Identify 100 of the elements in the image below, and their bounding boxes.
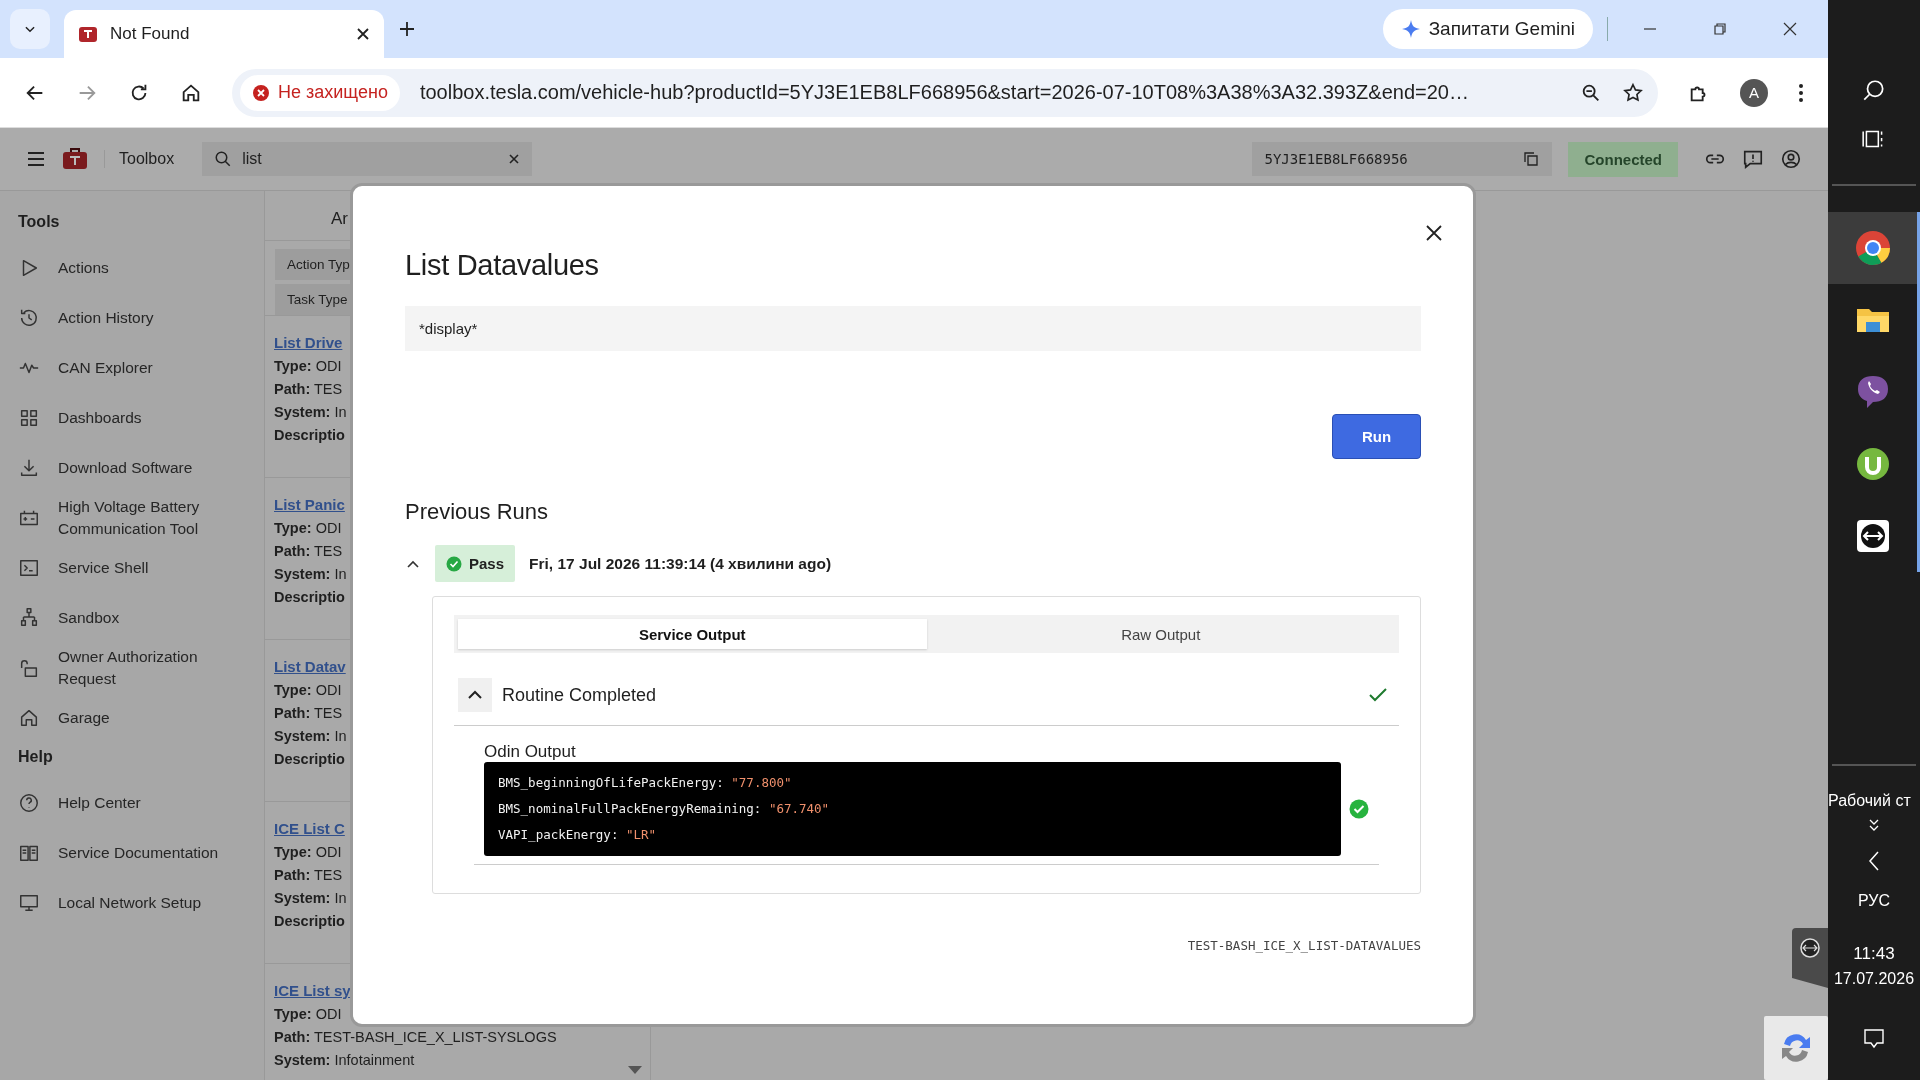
sidebar-item[interactable]: Garage <box>18 693 264 742</box>
double-chevron-icon[interactable] <box>1868 818 1880 832</box>
restore-icon[interactable] <box>1712 21 1728 37</box>
remote-control-tab-icon[interactable] <box>1792 928 1828 988</box>
connection-status: Connected <box>1568 141 1678 177</box>
output-label: Odin Output <box>484 742 577 762</box>
app-title: Toolbox <box>104 150 175 168</box>
sidebar-item[interactable]: Owner Authorization Request <box>18 643 264 692</box>
utorrent-icon <box>1855 447 1890 481</box>
security-chip[interactable]: Не захищено <box>240 74 400 111</box>
clear-icon[interactable] <box>508 153 521 165</box>
url-text[interactable]: toolbox.tesla.com/vehicle-hub?productId=5YJ3E1EB8LF668956&start=2026-07-10T08%3A38%3A32.393Z&end=20… <box>419 81 1560 104</box>
toolbox-favicon <box>78 24 98 44</box>
run-button[interactable]: Run <box>1332 414 1421 459</box>
action-id: TEST-BASH_ICE_X_LIST-DATAVALUES <box>1187 938 1421 953</box>
column-header: Ar <box>331 209 348 228</box>
action-detail: Type: ODI <box>274 1006 342 1023</box>
action-detail: Descriptio <box>274 427 345 444</box>
sidebar-item[interactable]: Service Documentation <box>18 828 264 877</box>
action-link[interactable]: List Panic <box>274 496 345 513</box>
code-key: VAPI_packEnergy: <box>498 827 619 842</box>
action-detail: Path: TES <box>274 705 343 722</box>
help-icon <box>18 791 40 814</box>
copy-icon[interactable] <box>1522 150 1541 168</box>
chevron-left-icon[interactable] <box>1867 850 1881 872</box>
close-icon[interactable] <box>356 27 370 41</box>
check-circle-icon <box>1349 799 1369 819</box>
section-heading: Previous Runs <box>405 499 550 525</box>
teamviewer-icon <box>1855 519 1890 553</box>
bookmark-star-icon[interactable] <box>1622 81 1644 104</box>
action-detail: System: In <box>274 404 347 421</box>
action-link[interactable]: List Datav <box>274 658 346 675</box>
vin-field[interactable]: 5YJ3E1EB8LF668956 <box>1252 142 1553 176</box>
output-tab[interactable]: Raw Output <box>926 619 1395 649</box>
sidebar-item[interactable]: Actions <box>18 243 264 292</box>
input-field[interactable]: *display* <box>405 306 1421 351</box>
tab-title: Not Found <box>110 24 191 44</box>
section-title: Routine Completed <box>502 684 658 706</box>
output-tab[interactable]: Service Output <box>458 619 927 649</box>
desktop-label[interactable]: Рабочий ст <box>1828 792 1920 810</box>
scroll-down-icon[interactable] <box>628 1066 642 1074</box>
close-icon[interactable] <box>1782 21 1798 37</box>
action-detail: Path: TES <box>274 381 343 398</box>
code-value: "LR" <box>625 827 657 842</box>
action-detail: System: Infotainment <box>274 1052 415 1069</box>
check-circle-icon <box>446 555 462 572</box>
action-link[interactable]: ICE List sy <box>274 982 351 999</box>
action-detail: System: In <box>274 728 347 745</box>
action-detail: Type: ODI <box>274 844 342 861</box>
recaptcha-icon[interactable] <box>1764 1016 1828 1080</box>
sidebar-item[interactable]: Help Center <box>18 778 264 827</box>
clock-date[interactable]: 17.07.2026 <box>1833 970 1915 988</box>
menu-icon[interactable] <box>26 149 46 169</box>
action-link[interactable]: List Drive <box>274 334 343 351</box>
notification-icon[interactable] <box>1862 1026 1886 1050</box>
action-detail: Type: ODI <box>274 520 342 537</box>
profile-avatar[interactable]: A <box>1740 78 1768 107</box>
dialog-title: List Datavalues <box>405 249 600 282</box>
sidebar-item[interactable]: CAN Explorer <box>18 343 264 392</box>
action-detail: Path: TES <box>274 867 343 884</box>
check-icon <box>1369 688 1387 702</box>
language-indicator[interactable]: РУС <box>1857 892 1890 910</box>
sidebar-item[interactable]: Sandbox <box>18 593 264 642</box>
warning-icon <box>252 83 270 102</box>
ask-gemini-button[interactable]: Запитати Gemini <box>1382 9 1593 49</box>
collapse-button[interactable] <box>458 678 492 712</box>
action-detail: Path: TES <box>274 543 343 560</box>
action-detail: Descriptio <box>274 751 345 768</box>
code-key: BMS_beginningOfLifePackEnergy: <box>498 775 724 790</box>
sidebar-item[interactable]: High Voltage Battery Communication Tool <box>18 493 264 542</box>
action-detail: Type: ODI <box>274 682 342 699</box>
sidebar-item[interactable]: Download Software <box>18 443 264 492</box>
more-icon[interactable] <box>1798 81 1804 104</box>
account-icon[interactable] <box>1780 148 1802 170</box>
clock-time[interactable]: 11:43 <box>1853 944 1895 964</box>
browser-tab[interactable]: Not Found <box>64 10 384 58</box>
viber-icon <box>1855 374 1890 410</box>
action-link[interactable]: ICE List C <box>274 820 345 837</box>
toolbox-logo <box>62 148 88 170</box>
run-timestamp: Fri, 17 Jul 2026 11:39:14 (4 хвилини ago) <box>529 554 832 573</box>
action-detail: Path: TEST-BASH_ICE_X_LIST-SYSLOGS <box>274 1029 557 1046</box>
code-value: "77.800" <box>731 775 792 790</box>
code-key: BMS_nominalFullPackEnergyRemaining: <box>498 801 762 816</box>
chrome-icon <box>1854 230 1891 266</box>
sidebar-item[interactable]: Service Shell <box>18 543 264 592</box>
search-field[interactable]: list <box>202 142 533 176</box>
close-icon[interactable] <box>1425 224 1443 242</box>
action-detail: System: In <box>274 890 347 907</box>
taskbar-app[interactable] <box>1828 212 1920 284</box>
action-detail: Descriptio <box>274 589 345 606</box>
new-tab-icon[interactable] <box>398 20 416 38</box>
action-detail: Descriptio <box>274 913 345 930</box>
sidebar-item[interactable]: Local Network Setup <box>18 878 264 927</box>
action-detail: System: In <box>274 566 347 583</box>
sidebar-heading: Tools <box>18 213 61 231</box>
sidebar-item[interactable]: Action History <box>18 293 264 342</box>
sidebar-item[interactable]: Dashboards <box>18 393 264 442</box>
search-icon <box>214 150 233 168</box>
feedback-icon[interactable] <box>1742 148 1764 170</box>
hierarchy-icon <box>18 606 40 629</box>
